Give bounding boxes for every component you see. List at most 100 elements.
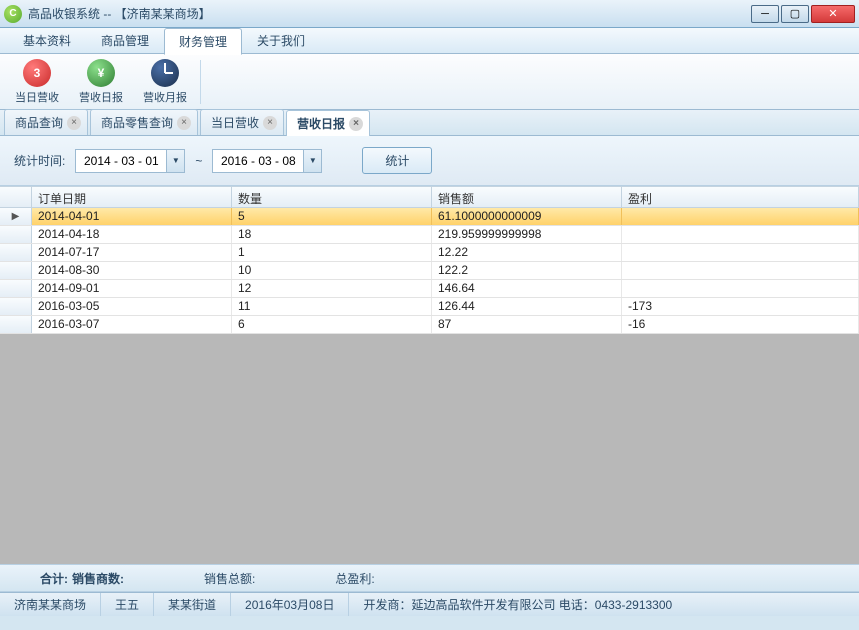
maximize-button[interactable]: ▢ (781, 5, 809, 23)
menu-item-2[interactable]: 财务管理 (164, 28, 242, 55)
table-cell: 1 (232, 244, 432, 261)
data-grid: 订单日期数量销售额盈利 ▶2014-04-01561.1000000000009… (0, 186, 859, 564)
status-developer: 开发商：延边高品软件开发有限公司 电话：0433-2913300 (349, 593, 859, 616)
date-to-input[interactable] (213, 150, 303, 172)
app-icon (4, 5, 22, 23)
table-cell: 219.959999999998 (432, 226, 622, 243)
column-header-2[interactable]: 销售额 (432, 187, 622, 207)
table-row[interactable]: 2014-04-1818219.959999999998 (0, 226, 859, 244)
table-cell: 5 (232, 208, 432, 225)
table-row[interactable]: 2014-07-17112.22 (0, 244, 859, 262)
status-bar: 济南某某商场 王五 某某街道 2016年03月08日 开发商：延边高品软件开发有… (0, 592, 859, 616)
grid-header: 订单日期数量销售额盈利 (0, 186, 859, 208)
table-cell: -16 (622, 316, 859, 333)
table-cell: 12.22 (432, 244, 622, 261)
subtab-label-0: 商品查询 (15, 114, 63, 131)
status-street: 某某街道 (154, 593, 231, 616)
date-to-dropdown-icon[interactable]: ▼ (303, 150, 321, 172)
subtab-2[interactable]: 当日营收 × (200, 109, 284, 135)
menu-item-0[interactable]: 基本资料 (8, 27, 86, 54)
row-indicator-header (0, 187, 32, 207)
summary-profit-label: 总盈利: (335, 570, 374, 587)
date-from-dropdown-icon[interactable]: ▼ (166, 150, 184, 172)
query-button[interactable]: 统计 (362, 147, 432, 174)
table-row[interactable]: 2014-08-3010122.2 (0, 262, 859, 280)
table-row[interactable]: ▶2014-04-01561.1000000000009 (0, 208, 859, 226)
grid-body: ▶2014-04-01561.10000000000092014-04-1818… (0, 208, 859, 334)
table-row[interactable]: 2014-09-0112146.64 (0, 280, 859, 298)
subtab-3[interactable]: 营收日报 × (286, 110, 370, 136)
table-cell: 11 (232, 298, 432, 315)
table-cell (622, 226, 859, 243)
subtab-close-icon-0[interactable]: × (67, 116, 81, 130)
subtab-label-2: 当日营收 (211, 114, 259, 131)
row-indicator (0, 262, 32, 279)
toolbar-icon-0: 3 (23, 59, 51, 87)
column-header-0[interactable]: 订单日期 (32, 187, 232, 207)
table-cell (622, 208, 859, 225)
menubar: 基本资料商品管理财务管理关于我们 (0, 28, 859, 54)
table-cell (622, 244, 859, 261)
table-cell: -173 (622, 298, 859, 315)
tilde-separator: ~ (195, 154, 202, 168)
toolbar-icon-2 (151, 59, 179, 87)
date-to-box: ▼ (212, 149, 322, 173)
toolbar-icon-1: ¥ (87, 59, 115, 87)
close-button[interactable]: ✕ (811, 5, 855, 23)
table-cell: 18 (232, 226, 432, 243)
toolbar-label-0: 当日营收 (15, 89, 59, 105)
table-cell: 2014-04-01 (32, 208, 232, 225)
table-cell: 2014-09-01 (32, 280, 232, 297)
table-cell: 6 (232, 316, 432, 333)
table-row[interactable]: 2016-03-07687-16 (0, 316, 859, 334)
toolbar-separator (200, 60, 201, 104)
row-indicator (0, 244, 32, 261)
summary-sum-label: 销售总额: (204, 570, 255, 587)
toolbar-button-0[interactable]: 3 当日营收 (6, 57, 68, 107)
subtab-label-3: 营收日报 (297, 115, 345, 132)
toolbar: 3 当日营收 ¥ 营收日报 营收月报 (0, 54, 859, 110)
filter-label: 统计时间: (14, 152, 65, 169)
date-from-input[interactable] (76, 150, 166, 172)
grid-empty-area (0, 334, 859, 564)
subtab-close-icon-3[interactable]: × (349, 117, 363, 131)
table-cell: 2014-08-30 (32, 262, 232, 279)
row-indicator (0, 280, 32, 297)
subtab-close-icon-1[interactable]: × (177, 116, 191, 130)
table-cell: 10 (232, 262, 432, 279)
table-cell (622, 262, 859, 279)
minimize-button[interactable]: ─ (751, 5, 779, 23)
subtab-close-icon-2[interactable]: × (263, 116, 277, 130)
subtab-1[interactable]: 商品零售查询× (90, 109, 198, 135)
menu-item-1[interactable]: 商品管理 (86, 27, 164, 54)
table-row[interactable]: 2016-03-0511126.44-173 (0, 298, 859, 316)
table-cell: 122.2 (432, 262, 622, 279)
window-controls: ─ ▢ ✕ (751, 5, 855, 23)
status-date: 2016年03月08日 (231, 593, 349, 616)
toolbar-label-2: 营收月报 (143, 89, 187, 105)
sub-tabs: 商品查询×商品零售查询×当日营收×营收日报× (0, 110, 859, 136)
status-store: 济南某某商场 (0, 593, 101, 616)
summary-count-label: 销售商数: (72, 570, 124, 587)
subtab-0[interactable]: 商品查询 × (4, 109, 88, 135)
toolbar-button-2[interactable]: 营收月报 (134, 57, 196, 107)
toolbar-label-1: 营收日报 (79, 89, 123, 105)
menu-item-3[interactable]: 关于我们 (242, 27, 320, 54)
table-cell: 61.1000000000009 (432, 208, 622, 225)
row-indicator (0, 316, 32, 333)
summary-total-label: 合计: (40, 570, 68, 587)
titlebar: 高品收银系统 -- 【济南某某商场】 ─ ▢ ✕ (0, 0, 859, 28)
status-user: 王五 (101, 593, 154, 616)
table-cell: 126.44 (432, 298, 622, 315)
table-cell: 146.64 (432, 280, 622, 297)
row-indicator (0, 298, 32, 315)
summary-bar: 合计: 销售商数: 销售总额: 总盈利: (0, 564, 859, 592)
date-from-box: ▼ (75, 149, 185, 173)
column-header-1[interactable]: 数量 (232, 187, 432, 207)
table-cell: 2014-04-18 (32, 226, 232, 243)
row-indicator (0, 226, 32, 243)
toolbar-button-1[interactable]: ¥ 营收日报 (70, 57, 132, 107)
table-cell: 12 (232, 280, 432, 297)
row-indicator: ▶ (0, 208, 32, 225)
column-header-3[interactable]: 盈利 (622, 187, 859, 207)
